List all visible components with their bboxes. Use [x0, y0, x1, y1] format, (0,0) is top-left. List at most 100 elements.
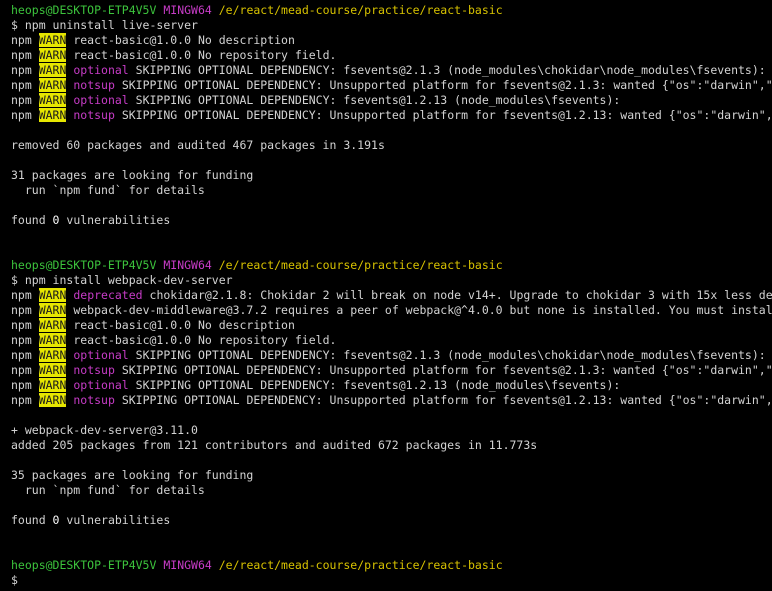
- output-line: added 205 packages from 121 contributors…: [11, 438, 772, 453]
- warn-message: react-basic@1.0.0 No repository field.: [66, 48, 337, 62]
- prompt-user: heops@DESKTOP-ETP4V5V: [11, 3, 157, 17]
- npm-warn-line: npm WARN react-basic@1.0.0 No descriptio…: [11, 33, 772, 48]
- output-text: $: [11, 573, 18, 587]
- warn-message: react-basic@1.0.0 No repository field.: [66, 333, 337, 347]
- prompt-path: /e/react/mead-course/practice/react-basi…: [218, 3, 503, 17]
- output-line: $ npm install webpack-dev-server: [11, 273, 772, 288]
- vuln-prefix: found: [11, 213, 53, 227]
- vulnerabilities-line: found 0 vulnerabilities: [11, 513, 772, 528]
- npm-label: npm: [11, 348, 39, 362]
- npm-warn-line: npm WARN deprecated chokidar@2.1.8: Chok…: [11, 288, 772, 303]
- warn-tag: optional: [73, 63, 129, 77]
- npm-label: npm: [11, 318, 39, 332]
- warn-message: SKIPPING OPTIONAL DEPENDENCY: fsevents@1…: [128, 378, 621, 392]
- output-line: + webpack-dev-server@3.11.0: [11, 423, 772, 438]
- warn-message: react-basic@1.0.0 No description: [66, 33, 295, 47]
- warn-message: SKIPPING OPTIONAL DEPENDENCY: fsevents@1…: [128, 93, 621, 107]
- prompt-line: heops@DESKTOP-ETP4V5V MINGW64 /e/react/m…: [11, 3, 772, 18]
- warn-tag: notsup: [73, 393, 115, 407]
- npm-warn-line: npm WARN react-basic@1.0.0 No repository…: [11, 48, 772, 63]
- terminal-output[interactable]: heops@DESKTOP-ETP4V5V MINGW64 /e/react/m…: [0, 0, 772, 591]
- output-line: $: [11, 573, 772, 588]
- npm-label: npm: [11, 63, 39, 77]
- output-line: run `npm fund` for details: [11, 483, 772, 498]
- output-text: removed 60 packages and audited 467 pack…: [11, 138, 385, 152]
- vuln-suffix: vulnerabilities: [59, 513, 171, 527]
- npm-warn-line: npm WARN optional SKIPPING OPTIONAL DEPE…: [11, 63, 772, 78]
- prompt-user: heops@DESKTOP-ETP4V5V: [11, 558, 157, 572]
- warn-badge: WARN: [38, 303, 67, 317]
- npm-label: npm: [11, 303, 39, 317]
- warn-badge: WARN: [38, 48, 67, 62]
- prompt-env: MINGW64: [163, 258, 212, 272]
- prompt-env: MINGW64: [163, 3, 212, 17]
- warn-tag: notsup: [73, 78, 115, 92]
- output-line: $ npm uninstall live-server: [11, 18, 772, 33]
- npm-warn-line: npm WARN optional SKIPPING OPTIONAL DEPE…: [11, 378, 772, 393]
- warn-badge: WARN: [38, 78, 67, 92]
- warn-tag: deprecated: [73, 288, 143, 302]
- prompt-path: /e/react/mead-course/practice/react-basi…: [218, 258, 503, 272]
- prompt-path: /e/react/mead-course/practice/react-basi…: [218, 558, 503, 572]
- warn-badge: WARN: [38, 288, 67, 302]
- output-text: run `npm fund` for details: [11, 183, 205, 197]
- npm-warn-line: npm WARN webpack-dev-middleware@3.7.2 re…: [11, 303, 772, 318]
- npm-label: npm: [11, 333, 39, 347]
- output-text: + webpack-dev-server@3.11.0: [11, 423, 198, 437]
- warn-message: react-basic@1.0.0 No description: [66, 318, 295, 332]
- prompt-line: heops@DESKTOP-ETP4V5V MINGW64 /e/react/m…: [11, 258, 772, 273]
- output-line: run `npm fund` for details: [11, 183, 772, 198]
- warn-badge: WARN: [38, 333, 67, 347]
- output-text: run `npm fund` for details: [11, 483, 205, 497]
- output-line: 35 packages are looking for funding: [11, 468, 772, 483]
- warn-badge: WARN: [38, 33, 67, 47]
- npm-warn-line: npm WARN react-basic@1.0.0 No repository…: [11, 333, 772, 348]
- vulnerabilities-line: found 0 vulnerabilities: [11, 213, 772, 228]
- npm-warn-line: npm WARN notsup SKIPPING OPTIONAL DEPEND…: [11, 363, 772, 378]
- npm-warn-line: npm WARN optional SKIPPING OPTIONAL DEPE…: [11, 93, 772, 108]
- npm-label: npm: [11, 378, 39, 392]
- output-text: $ npm install webpack-dev-server: [11, 273, 233, 287]
- warn-tag: notsup: [73, 108, 115, 122]
- warn-message: SKIPPING OPTIONAL DEPENDENCY: Unsupporte…: [121, 108, 772, 122]
- warn-tag: optional: [73, 348, 129, 362]
- warn-message: SKIPPING OPTIONAL DEPENDENCY: Unsupporte…: [121, 78, 772, 92]
- npm-label: npm: [11, 78, 39, 92]
- warn-message: SKIPPING OPTIONAL DEPENDENCY: Unsupporte…: [121, 363, 772, 377]
- warn-badge: WARN: [38, 63, 67, 77]
- warn-message: SKIPPING OPTIONAL DEPENDENCY: fsevents@2…: [128, 63, 766, 77]
- warn-message: webpack-dev-middleware@3.7.2 requires a …: [73, 303, 772, 317]
- vuln-prefix: found: [11, 513, 53, 527]
- npm-label: npm: [11, 48, 39, 62]
- npm-warn-line: npm WARN react-basic@1.0.0 No descriptio…: [11, 318, 772, 333]
- warn-tag: notsup: [73, 363, 115, 377]
- warn-message: chokidar@2.1.8: Chokidar 2 will break on…: [149, 288, 772, 302]
- warn-tag: optional: [73, 378, 129, 392]
- npm-warn-line: npm WARN notsup SKIPPING OPTIONAL DEPEND…: [11, 393, 772, 408]
- warn-badge: WARN: [38, 363, 67, 377]
- prompt-user: heops@DESKTOP-ETP4V5V: [11, 258, 157, 272]
- output-text: $ npm uninstall live-server: [11, 18, 198, 32]
- npm-warn-line: npm WARN notsup SKIPPING OPTIONAL DEPEND…: [11, 108, 772, 123]
- warn-message: SKIPPING OPTIONAL DEPENDENCY: Unsupporte…: [121, 393, 772, 407]
- npm-label: npm: [11, 108, 39, 122]
- output-text: added 205 packages from 121 contributors…: [11, 438, 538, 452]
- npm-label: npm: [11, 363, 39, 377]
- output-line: 31 packages are looking for funding: [11, 168, 772, 183]
- output-line: removed 60 packages and audited 467 pack…: [11, 138, 772, 153]
- npm-warn-line: npm WARN notsup SKIPPING OPTIONAL DEPEND…: [11, 78, 772, 93]
- warn-tag: optional: [73, 93, 129, 107]
- warn-badge: WARN: [38, 318, 67, 332]
- npm-warn-line: npm WARN optional SKIPPING OPTIONAL DEPE…: [11, 348, 772, 363]
- npm-label: npm: [11, 93, 39, 107]
